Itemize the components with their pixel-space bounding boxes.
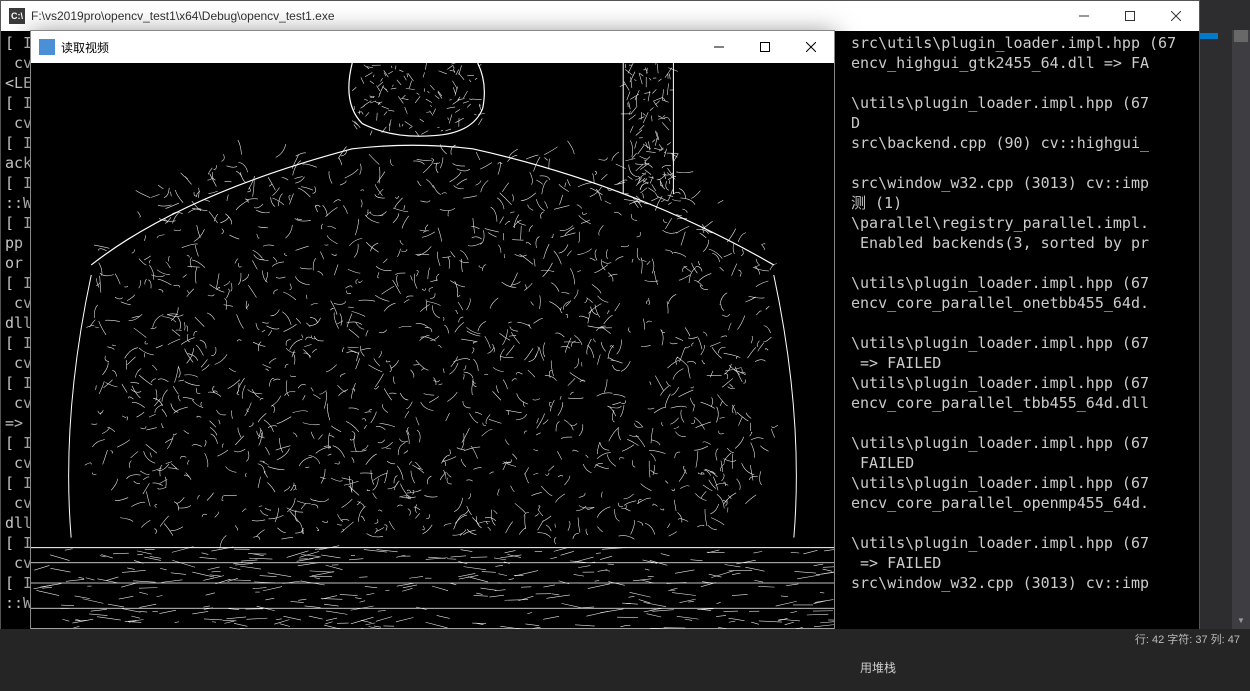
opencv-window-controls [696, 31, 834, 63]
opencv-minimize-button[interactable] [696, 31, 742, 63]
opencv-titlebar[interactable]: 读取视频 [31, 31, 834, 63]
console-minimize-button[interactable] [1061, 1, 1107, 31]
console-title: F:\vs2019pro\opencv_test1\x64\Debug\open… [31, 9, 1061, 23]
vs-scrollbar[interactable] [1232, 30, 1250, 630]
opencv-close-button[interactable] [788, 31, 834, 63]
opencv-window-icon [39, 39, 55, 55]
console-maximize-button[interactable] [1107, 1, 1153, 31]
opencv-window-title: 读取视频 [61, 39, 696, 56]
vs-scrollbar-thumb[interactable] [1234, 30, 1248, 42]
opencv-edge-image [31, 63, 834, 689]
vs-scrollbar-down-arrow[interactable]: ▼ [1232, 611, 1250, 629]
console-window-controls [1061, 1, 1199, 31]
opencv-image-window: 读取视频 [30, 30, 835, 690]
vs-blue-indicator [1200, 33, 1218, 39]
vs-bottom-panel: 行: 42 字符: 37 列: 47 用堆栈 [0, 629, 1250, 691]
vs-callstack-label: 用堆栈 [860, 659, 896, 676]
opencv-maximize-button[interactable] [742, 31, 788, 63]
console-close-button[interactable] [1153, 1, 1199, 31]
vs-cursor-position: 行: 42 字符: 37 列: 47 [1135, 631, 1240, 647]
console-icon: C:\ [9, 8, 25, 24]
console-titlebar[interactable]: C:\ F:\vs2019pro\opencv_test1\x64\Debug\… [1, 1, 1199, 31]
console-right-text: src\utils\plugin_loader.impl.hpp (67 enc… [851, 33, 1176, 593]
